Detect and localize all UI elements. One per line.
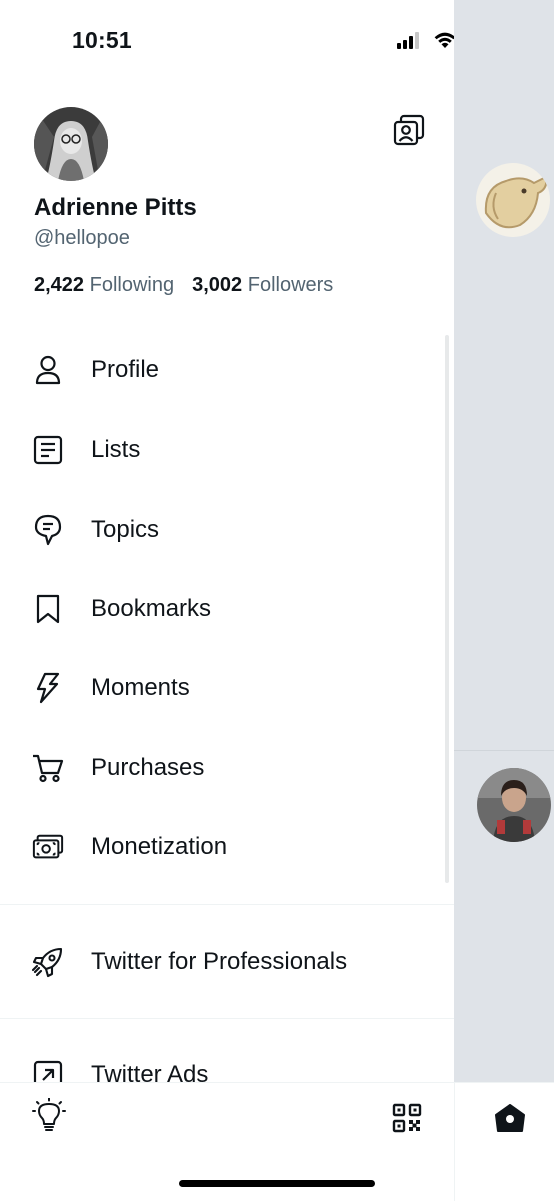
followers-stat[interactable]: 3,002 Followers [192,274,333,297]
side-drawer: 10:51 Adrienne Pitts @hellopoe 2,422 Fol… [0,0,454,1200]
menu-label: Twitter for Professionals [91,948,348,975]
menu-item-lists[interactable]: Lists [0,420,454,480]
account-switcher-icon[interactable] [392,113,426,147]
menu-label: Purchases [91,754,205,781]
cart-icon [32,752,64,784]
home-indicator[interactable] [179,1180,375,1187]
menu-item-moments[interactable]: Moments [0,658,454,718]
menu-divider [0,904,454,905]
home-icon[interactable] [492,1101,528,1135]
following-stat[interactable]: 2,422 Following [34,274,174,297]
qr-code-icon[interactable] [390,1101,424,1135]
menu-label: Monetization [91,833,228,860]
menu-item-profile[interactable]: Profile [0,340,454,400]
timeline-overlay[interactable] [454,0,554,1082]
display-name[interactable]: Adrienne Pitts [34,194,197,222]
timeline-divider [454,750,554,751]
menu-label: Profile [91,356,160,383]
bookmark-icon [32,593,64,625]
lightbulb-icon[interactable] [30,1097,68,1135]
menu-label: Topics [91,516,160,543]
status-icons [396,30,454,50]
menu-label: Lists [91,436,141,463]
followers-count: 3,002 [192,274,243,296]
scrollbar[interactable] [445,335,449,883]
topics-icon [32,514,64,546]
followers-label: Followers [247,274,334,296]
following-label: Following [89,274,175,296]
menu-label: Bookmarks [91,595,212,622]
status-time: 10:51 [72,27,132,53]
timeline-avatar-person[interactable] [477,768,551,842]
signal-icon [397,32,419,49]
list-icon [32,434,64,466]
menu-divider [0,1018,454,1019]
lightning-icon [32,672,64,704]
wifi-icon [434,32,454,48]
following-count: 2,422 [34,274,85,296]
user-handle: @hellopoe [34,227,130,249]
timeline-avatar-dog[interactable] [476,163,550,237]
follow-stats: 2,422 Following 3,002 Followers [34,274,333,297]
bottom-bar-separator [454,1083,455,1201]
rocket-icon [32,946,64,978]
profile-avatar[interactable] [34,107,108,181]
person-icon [32,354,64,386]
menu-item-monetization[interactable]: Monetization [0,817,454,877]
menu-label: Moments [91,674,190,701]
money-icon [32,831,64,863]
menu-item-purchases[interactable]: Purchases [0,738,454,798]
menu-item-topics[interactable]: Topics [0,500,454,560]
menu-item-twitter-for-professionals[interactable]: Twitter for Professionals [0,932,454,992]
menu-item-bookmarks[interactable]: Bookmarks [0,579,454,639]
